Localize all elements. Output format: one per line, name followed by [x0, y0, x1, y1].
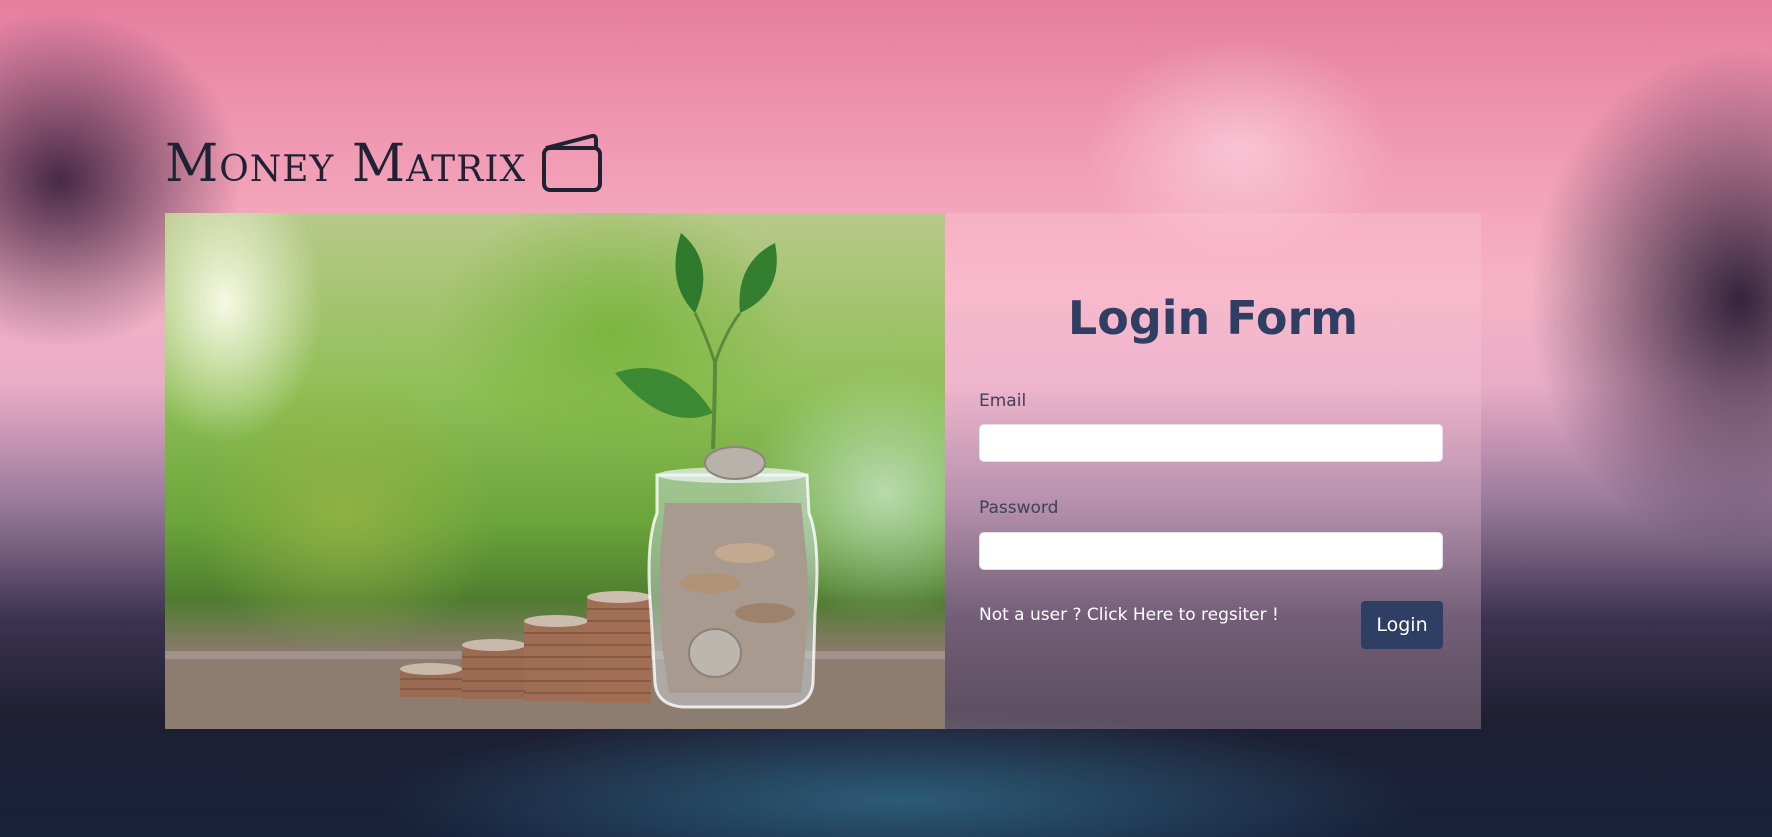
login-form-panel: Login Form Email Password Not a user ? C… — [945, 213, 1481, 729]
brand-title: Money Matrix — [165, 134, 527, 194]
login-card: Login Form Email Password Not a user ? C… — [165, 213, 1481, 729]
email-field[interactable] — [979, 424, 1443, 462]
coin-stack-3 — [524, 615, 588, 701]
glass-jar — [647, 446, 819, 709]
brand-header: Money Matrix — [165, 132, 604, 194]
hero-image — [165, 213, 945, 729]
plant-sprout — [615, 233, 777, 450]
password-label: Password — [979, 498, 1059, 518]
form-title: Login Form — [1067, 291, 1359, 345]
password-field[interactable] — [979, 532, 1443, 570]
coin-stack-1 — [400, 663, 462, 697]
login-button[interactable]: Login — [1361, 601, 1443, 649]
coin-stack-4 — [587, 591, 651, 703]
register-link[interactable]: Not a user ? Click Here to regsiter ! — [979, 605, 1279, 625]
wallet-icon — [542, 133, 603, 192]
email-label: Email — [979, 391, 1027, 411]
coins-jar-plant-illustration — [165, 233, 945, 729]
